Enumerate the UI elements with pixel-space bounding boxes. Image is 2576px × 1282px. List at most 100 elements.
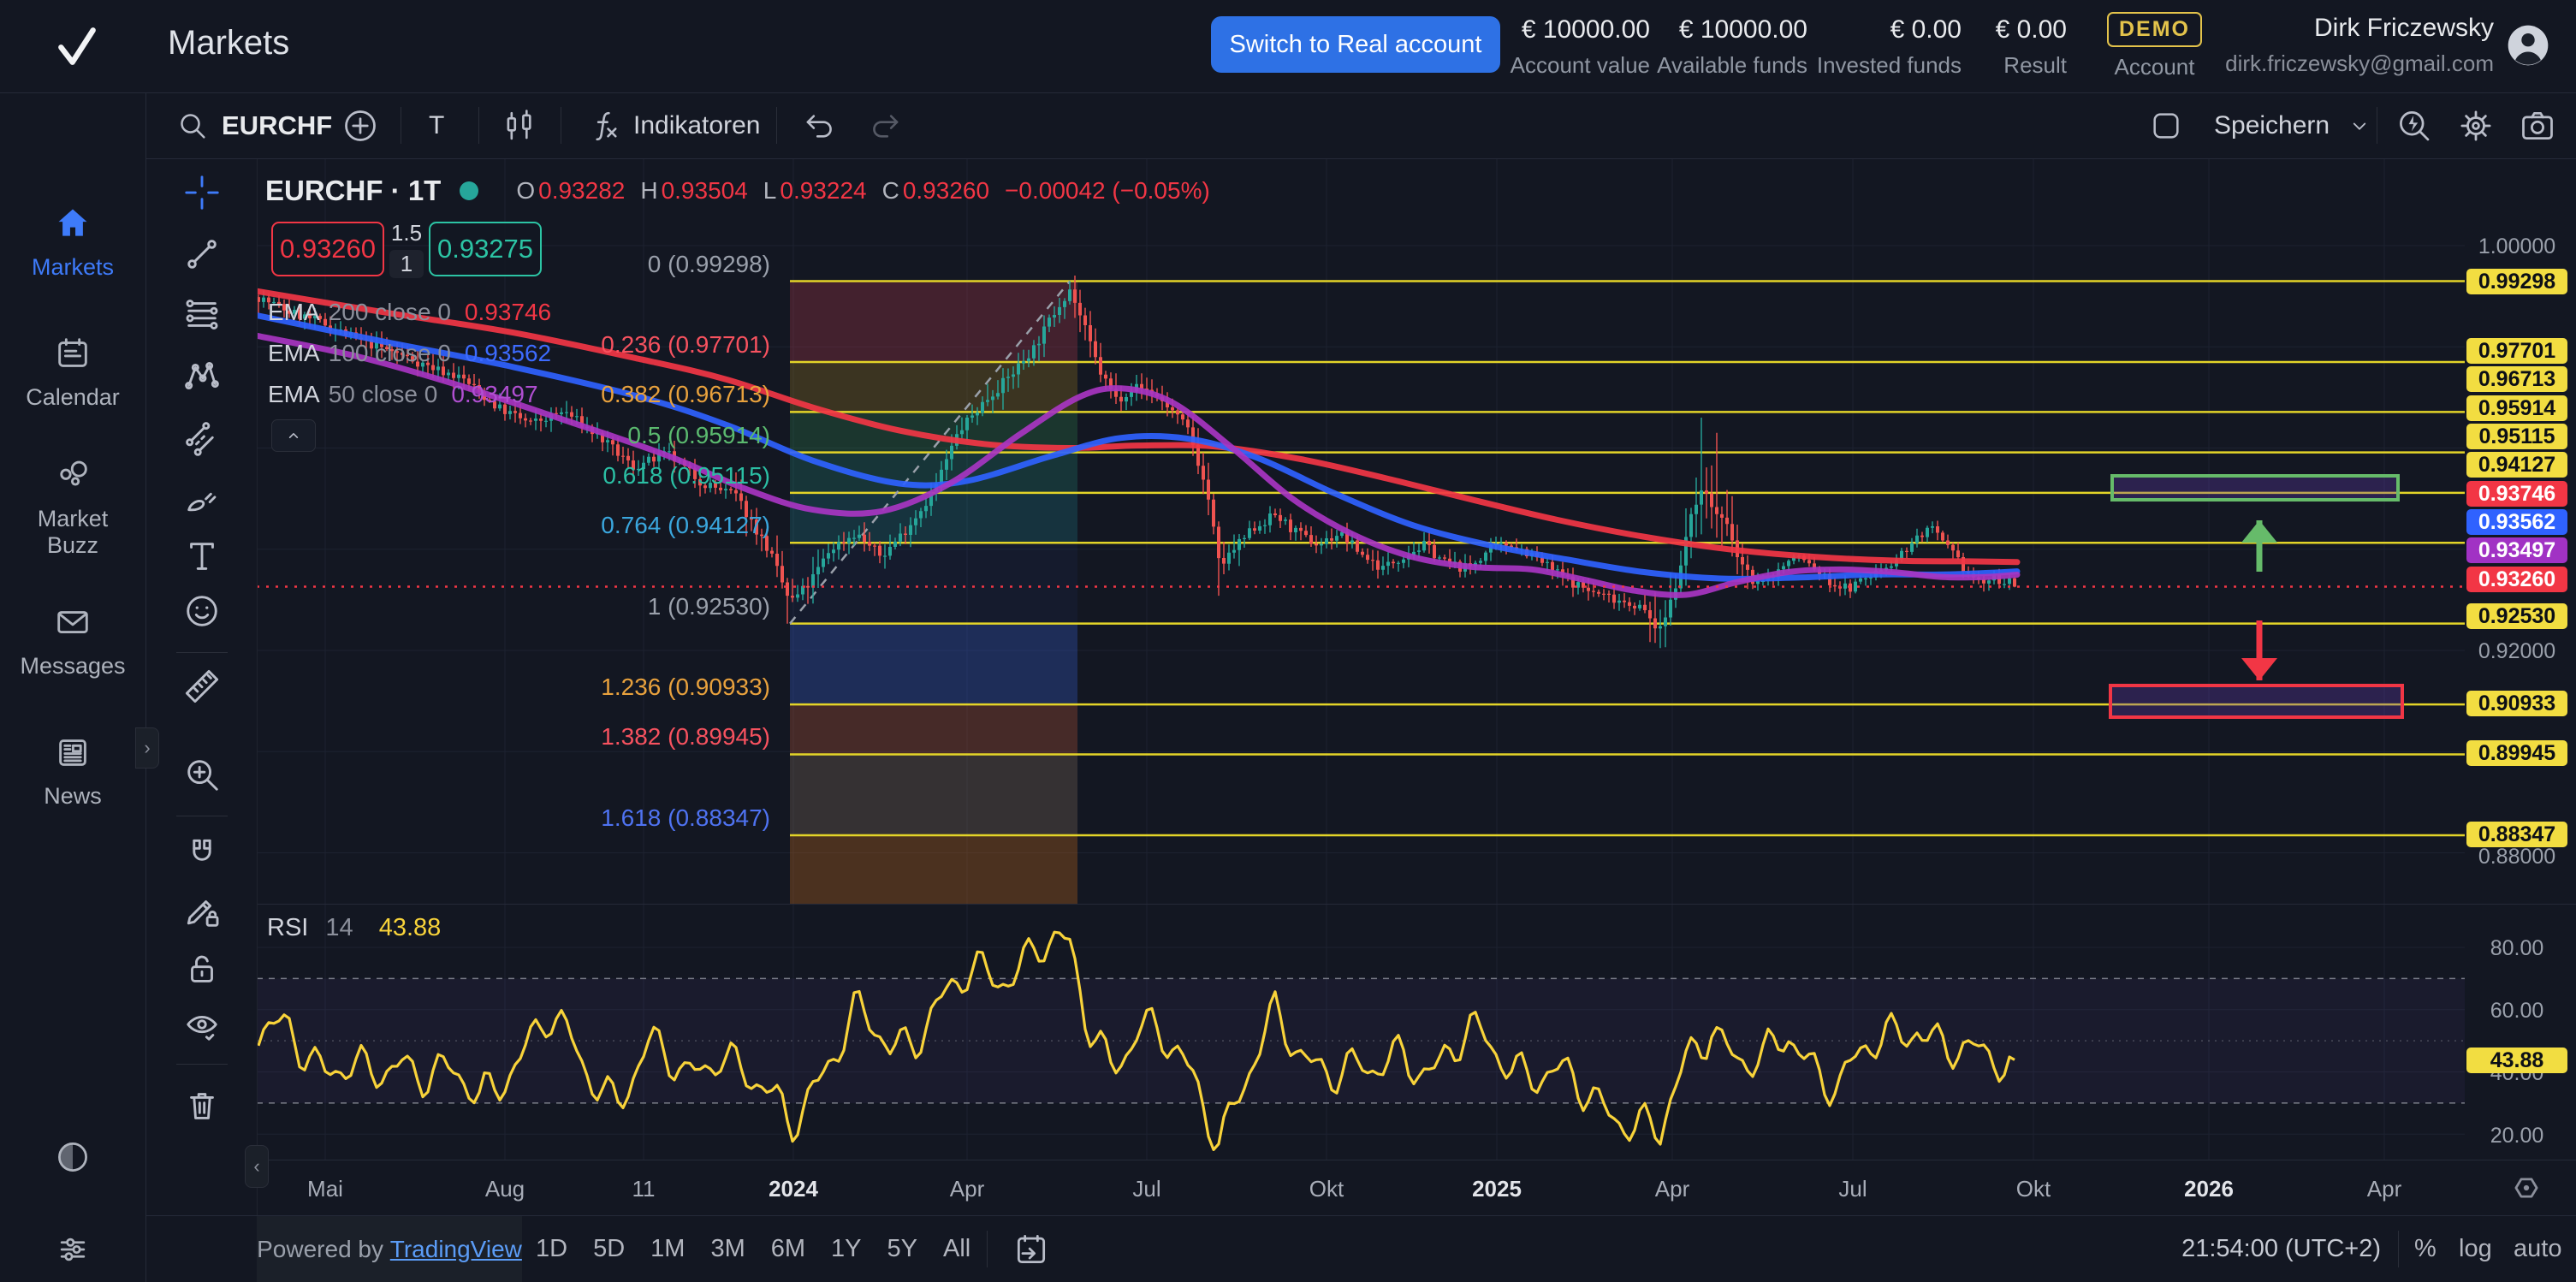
top-bar: Markets Switch to Real account € 10000.0… [0,0,2576,93]
tool-trash[interactable] [182,1086,222,1125]
time-label[interactable]: Apr [2333,1176,2436,1202]
axis-settings-icon[interactable] [2508,1169,2545,1207]
tool-eye[interactable] [182,1006,222,1045]
time-axis[interactable]: Mai Aug 11 2024 Apr Jul Okt 2025 Apr Jul Okt 2026 Ap… [257,1160,2576,1216]
time-label[interactable]: Apr [1621,1176,1724,1202]
time-label-year[interactable]: 2026 [2158,1176,2260,1202]
indicators-button[interactable]: Indikatoren [587,92,760,158]
time-label[interactable]: Jul [1095,1176,1198,1202]
ohlc-value: 0.93224 [780,177,866,204]
layout-select-button[interactable] [2149,92,2183,158]
pane-separator[interactable] [257,904,2576,905]
tool-text[interactable] [182,537,222,576]
tool-trendline[interactable] [182,234,222,274]
buzz-icon [53,455,92,495]
sidebar-item-news[interactable]: News [0,733,145,810]
fib-retracement-icon [182,295,222,335]
tool-parallel-channel[interactable] [182,418,222,458]
broker-logo-icon[interactable] [50,19,104,74]
tool-fib-retracement[interactable] [182,295,222,335]
tool-crosshair[interactable] [182,173,222,212]
tradingview-link[interactable]: TradingView [390,1236,522,1263]
demand-zone-box[interactable] [2110,686,2402,717]
undo-button[interactable] [801,92,837,158]
tool-magnet[interactable] [182,834,222,874]
range-button-5d[interactable]: 5D [593,1235,625,1263]
sidebar-item-messages[interactable]: Messages [0,602,145,680]
quick-search-button[interactable] [2395,92,2433,158]
time-label[interactable]: Aug [454,1176,556,1202]
market-status-icon[interactable] [460,181,478,200]
watchlist-expand-tab[interactable]: › [135,727,159,769]
tool-xabcd-pattern[interactable] [182,357,222,396]
ema-name: EMA [268,340,320,366]
auto-scale-button[interactable]: auto [2514,1216,2561,1282]
range-button-1m[interactable]: 1M [650,1235,685,1263]
account-group: € 0.00Result [1996,15,2067,79]
trading-app: Markets Switch to Real account € 10000.0… [0,0,2576,1282]
rsi-name[interactable]: RSI [267,914,308,941]
range-button-1y[interactable]: 1Y [831,1235,861,1263]
tool-lock[interactable] [182,949,222,988]
tool-brush[interactable] [182,479,222,519]
ema-legend-row[interactable]: EMA50 close 00.93497 [268,381,538,410]
sidebar-item-calendar[interactable]: Calendar [0,334,145,411]
chart-settings-button[interactable] [2457,92,2495,158]
switch-to-real-account-button[interactable]: Switch to Real account [1211,16,1500,73]
redo-button[interactable] [868,92,904,158]
percent-scale-button[interactable]: % [2414,1216,2437,1282]
interval-button[interactable]: T [429,92,444,158]
legend-collapse-button[interactable] [271,419,316,452]
range-button-1d[interactable]: 1D [536,1235,567,1263]
screenshot-button[interactable] [2519,92,2556,158]
parallel-channel-icon [182,418,222,458]
theme-contrast-button[interactable] [54,1138,92,1176]
time-label[interactable]: Okt [1982,1176,2085,1202]
session-clock[interactable]: 21:54:00 (UTC+2) [2181,1216,2381,1282]
preferences-button[interactable] [54,1231,92,1268]
ema-legend-row[interactable]: EMA100 close 00.93562 [268,340,551,369]
time-label-year[interactable]: 2024 [742,1176,845,1202]
symbol-interval-label[interactable]: EURCHF · 1T [265,175,441,207]
account-group-label: Available funds [1657,52,1807,79]
tool-emoji[interactable] [182,591,222,631]
avatar[interactable] [2504,21,2552,69]
buy-button[interactable]: 0.93275 [429,222,542,276]
toolbar-collapse-tab[interactable]: ‹ [245,1145,269,1188]
tool-draw-lock[interactable] [182,892,222,931]
sidebar-item-markets[interactable]: Markets [0,204,145,281]
time-label[interactable]: Jul [1801,1176,1904,1202]
chart-style-button[interactable] [502,92,537,158]
redo-icon [868,108,904,144]
up-arrow[interactable] [2241,520,2277,572]
ema-legend-row[interactable]: EMA200 close 00.93746 [268,299,551,328]
axis-price-badge: 0.95115 [2466,424,2567,449]
time-label-year[interactable]: 2025 [1445,1176,1548,1202]
log-scale-button[interactable]: log [2459,1216,2492,1282]
price-axis[interactable]: 1.000000.992980.977010.967130.959140.951… [2465,158,2576,1160]
compare-add-symbol-button[interactable] [341,92,379,158]
chart-canvas[interactable] [257,158,2465,1160]
sell-button[interactable]: 0.93260 [271,222,384,276]
emoji-icon [182,591,222,631]
tool-ruler[interactable] [182,667,222,706]
range-button-6m[interactable]: 6M [771,1235,805,1263]
supply-zone-box[interactable] [2112,476,2398,500]
range-button-all[interactable]: All [943,1235,970,1263]
go-to-date-icon[interactable] [1012,1231,1050,1268]
time-label[interactable]: Apr [916,1176,1018,1202]
ohlc-value: 0.93282 [538,177,625,204]
ohlc-key: C [882,177,899,204]
save-layout-button[interactable]: Speichern [2214,92,2372,158]
range-button-5y[interactable]: 5Y [887,1235,917,1263]
symbol-search-button[interactable]: EURCHF [175,92,332,158]
time-label[interactable]: Okt [1275,1176,1378,1202]
time-label[interactable]: 11 [592,1176,695,1202]
drawing-toolbar [146,159,258,1215]
ema-name: EMA [268,299,320,325]
axis-price-label: 1.00000 [2465,234,2569,259]
sidebar-item-market-buzz[interactable]: Market Buzz [0,455,145,559]
tool-zoom-in[interactable] [182,755,222,794]
range-button-3m[interactable]: 3M [710,1235,745,1263]
time-label[interactable]: Mai [274,1176,377,1202]
